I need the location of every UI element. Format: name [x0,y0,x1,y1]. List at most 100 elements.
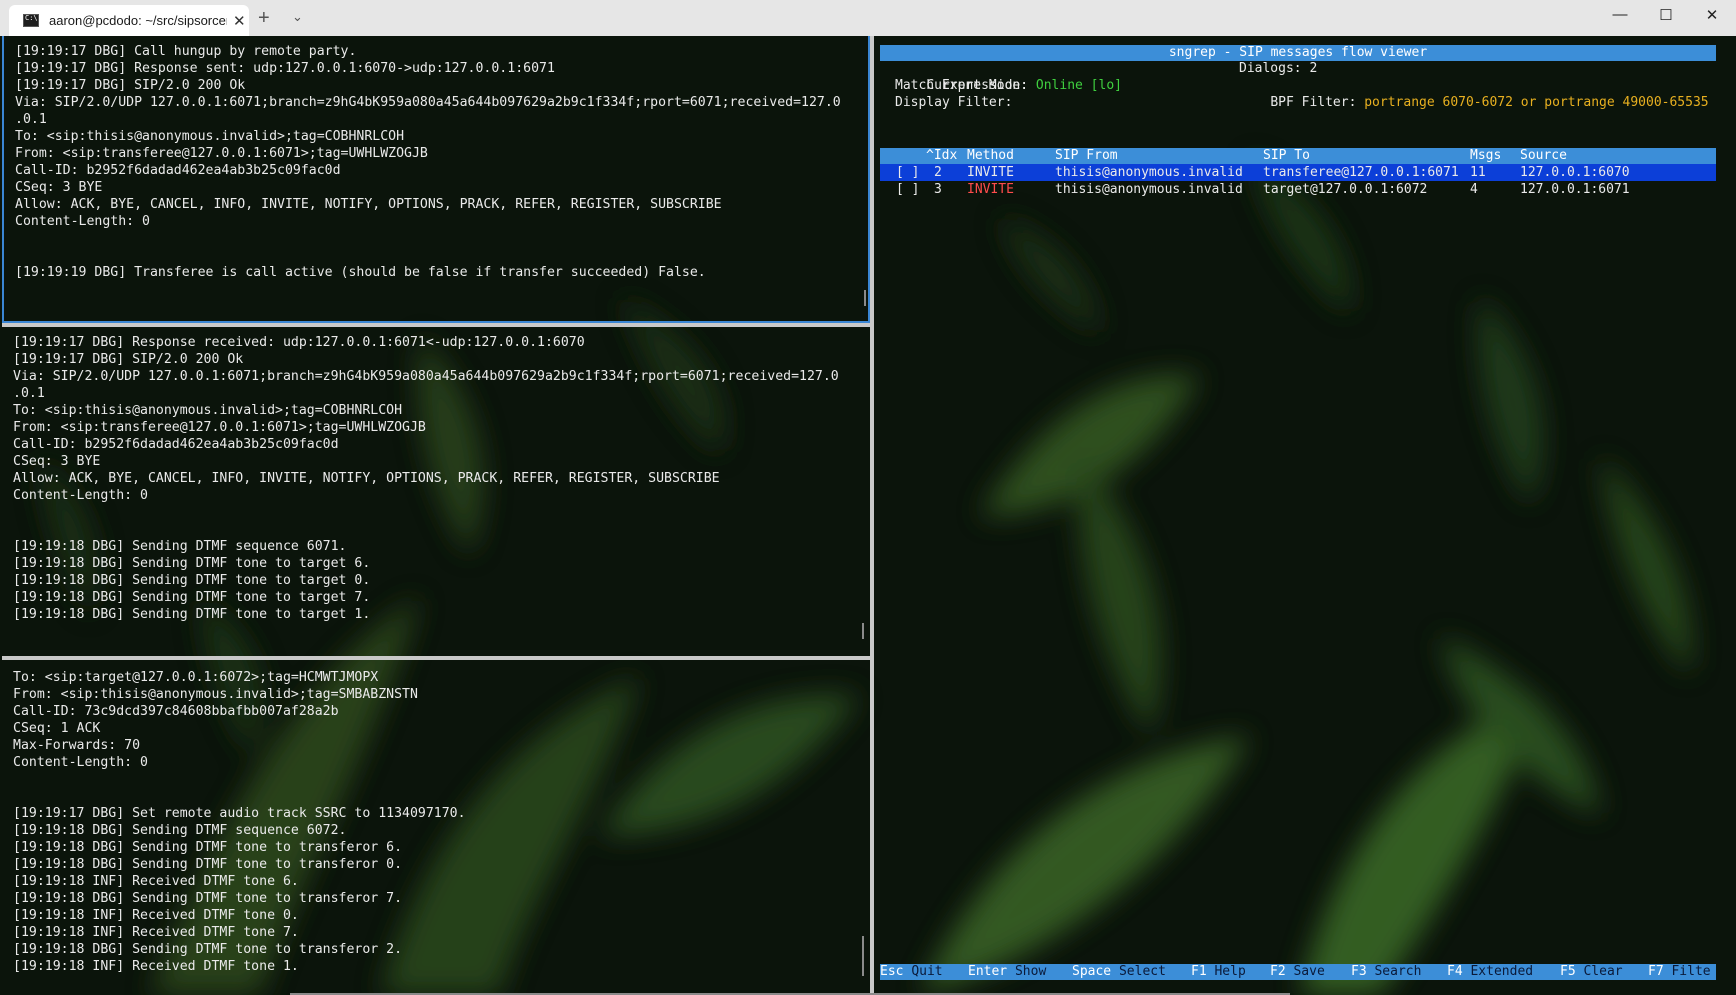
bpf-label: BPF Filter: [1270,95,1357,110]
key-action: Select [1118,964,1166,979]
key-label: F7 [1648,964,1664,979]
new-tab-button[interactable]: + [258,7,270,30]
log-line: To: <sip:thisis@anonymous.invalid>;tag=C… [15,129,405,144]
key-label: F3 [1351,964,1367,979]
scrollbar-thumb[interactable] [862,623,864,639]
log-line: [19:19:17 DBG] SIP/2.0 200 Ok [15,78,246,93]
row-checkbox[interactable]: [ ] [896,164,919,181]
log-line: [19:19:18 DBG] Sending DTMF tone to targ… [13,556,371,571]
row-method: INVITE [967,182,1014,197]
scrollbar-thumb[interactable] [862,936,864,976]
key-action: Filte [1671,964,1711,979]
sngrep-pane[interactable]: sngrep - SIP messages flow viewer Curren… [874,36,1736,995]
log-line: [19:19:18 INF] Received DTMF tone 1. [13,959,299,974]
log-line: [19:19:17 DBG] SIP/2.0 200 Ok [13,352,244,367]
key-space-select[interactable]: Space Select [1072,964,1166,980]
title-bar: aaron@pcdodo: ~/src/sipsorcer ✕ + ⌄ — ☐ … [0,0,1736,36]
log-line: [19:19:18 DBG] Sending DTMF tone to targ… [13,573,371,588]
log-line: Call-ID: 73c9dcd397c84608bbafbb007af28a2… [13,704,339,719]
key-enter-show[interactable]: Enter Show [968,964,1046,980]
call-row[interactable]: [ ] 3 INVITE thisis@anonymous.invalid ta… [880,181,1716,198]
keybinding-bar: Esc Quit Enter Show Space Select F1 Help… [880,964,1716,980]
pane-divider[interactable] [2,656,870,660]
row-source: 127.0.0.1:6071 [1520,182,1630,197]
call-row[interactable]: [ ] 2 INVITE thisis@anonymous.invalid tr… [880,164,1716,181]
log-line: From: <sip:transferee@127.0.0.1:6071>;ta… [13,420,426,435]
key-esc-quit[interactable]: Esc Quit [880,964,943,980]
log-line: [19:19:18 DBG] Sending DTMF tone to tran… [13,840,403,855]
terminal-pane-middle[interactable]: [19:19:17 DBG] Response received: udp:12… [2,327,870,656]
close-window-button[interactable]: ✕ [1697,6,1727,24]
terminal-pane-top[interactable]: [19:19:17 DBG] Call hungup by remote par… [2,36,870,323]
log-line: [19:19:17 DBG] Response received: udp:12… [13,335,585,350]
log-line: [19:19:17 DBG] Set remote audio track SS… [13,806,466,821]
log-line: [19:19:18 DBG] Sending DTMF tone to tran… [13,857,403,872]
key-f3-search[interactable]: F3 Search [1351,964,1421,980]
key-label: F5 [1560,964,1576,979]
row-checkbox[interactable]: [ ] [896,181,919,198]
log-line: [19:19:18 DBG] Sending DTMF tone to targ… [13,590,371,605]
maximize-button[interactable]: ☐ [1651,6,1681,24]
column-sip-from[interactable]: SIP From [1055,148,1118,164]
column-sip-to[interactable]: SIP To [1263,148,1310,164]
display-filter-label[interactable]: Display Filter: [895,94,1012,111]
column-idx[interactable]: ^Idx [926,148,957,164]
row-to: target@127.0.0.1:6072 [1263,182,1428,197]
log-line: Via: SIP/2.0/UDP 127.0.0.1:6071;branch=z… [15,95,841,110]
key-action: Help [1214,964,1246,979]
sngrep-title: sngrep - SIP messages flow viewer [880,45,1716,61]
log-line: CSeq: 1 ACK [13,721,101,736]
match-expression-label: Match Expression: [895,78,1029,93]
row-idx: 3 [934,182,942,197]
log-line: [19:19:17 DBG] Call hungup by remote par… [15,44,357,59]
column-source[interactable]: Source [1520,148,1567,164]
key-f1-help[interactable]: F1 Help [1191,964,1246,980]
key-f5-clear[interactable]: F5 Clear [1560,964,1623,980]
row-to: transferee@127.0.0.1:6071 [1263,165,1459,180]
tab-close-icon[interactable]: ✕ [233,12,246,30]
log-line: Allow: ACK, BYE, CANCEL, INFO, INVITE, N… [15,197,722,212]
call-list-header: ^Idx Method SIP From SIP To Msgs Source [880,148,1716,164]
log-line: [19:19:17 DBG] Response sent: udp:127.0.… [15,61,555,76]
chevron-down-icon[interactable]: ⌄ [292,9,303,25]
log-line: From: <sip:transferee@127.0.0.1:6071>;ta… [15,146,428,161]
key-action: Quit [911,964,943,979]
terminal-icon [23,14,39,27]
log-line: [19:19:18 DBG] Sending DTMF sequence 607… [13,823,347,838]
log-line: .0.1 [13,386,45,401]
scrollbar-thumb[interactable] [864,290,866,306]
key-action: Search [1374,964,1422,979]
bpf-row: BPF Filter: portrange 6070-6072 or portr… [1239,77,1708,128]
log-line: [19:19:18 DBG] Sending DTMF tone to tran… [13,942,403,957]
column-msgs[interactable]: Msgs [1470,148,1501,164]
log-line: [19:19:18 INF] Received DTMF tone 6. [13,874,299,889]
row-from: thisis@anonymous.invalid [1055,165,1243,180]
row-msgs: 11 [1470,165,1486,180]
terminal-pane-bottom[interactable]: To: <sip:target@127.0.0.1:6072>;tag=HCMW… [2,662,870,994]
log-line: To: <sip:target@127.0.0.1:6072>;tag=HCMW… [13,670,379,685]
row-method: INVITE [967,165,1014,180]
log-line: Allow: ACK, BYE, CANCEL, INFO, INVITE, N… [13,471,720,486]
key-label: Enter [968,964,1008,979]
tab-title: aaron@pcdodo: ~/src/sipsorcer [49,13,227,28]
minimize-button[interactable]: — [1605,6,1635,23]
terminal-tab[interactable]: aaron@pcdodo: ~/src/sipsorcer ✕ [9,5,249,36]
key-label: F2 [1270,964,1286,979]
log-line: .0.1 [15,112,47,127]
row-msgs: 4 [1470,182,1478,197]
key-f4-extended[interactable]: F4 Extended [1447,964,1533,980]
key-f2-save[interactable]: F2 Save [1270,964,1325,980]
key-label: F1 [1191,964,1207,979]
key-label: Esc [880,964,904,979]
key-f7-filter[interactable]: F7 Filte [1648,964,1711,980]
log-line: [19:19:18 DBG] Sending DTMF tone to targ… [13,607,371,622]
column-method[interactable]: Method [967,148,1014,164]
log-line: From: <sip:thisis@anonymous.invalid>;tag… [13,687,418,702]
log-line: CSeq: 3 BYE [15,180,103,195]
log-line: CSeq: 3 BYE [13,454,101,469]
key-action: Clear [1583,964,1623,979]
